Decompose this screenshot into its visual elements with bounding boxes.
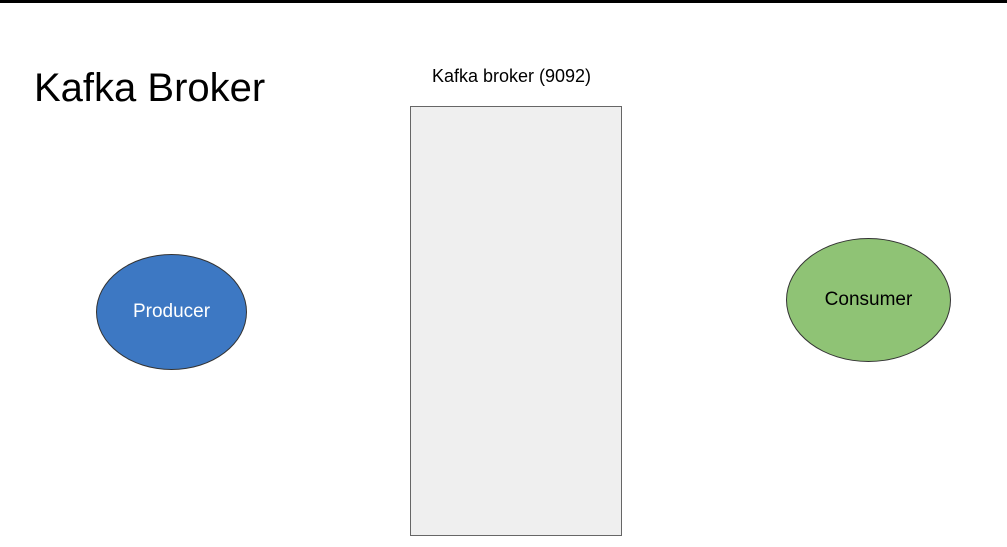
slide-title: Kafka Broker: [34, 66, 266, 110]
consumer-label: Consumer: [824, 289, 913, 310]
top-border: [0, 0, 1007, 3]
broker-label: Kafka broker (9092): [431, 66, 592, 86]
kafka-broker-box: [410, 106, 622, 536]
producer-node: Producer: [96, 254, 247, 370]
consumer-node: Consumer: [786, 238, 951, 362]
producer-label: Producer: [132, 301, 211, 322]
